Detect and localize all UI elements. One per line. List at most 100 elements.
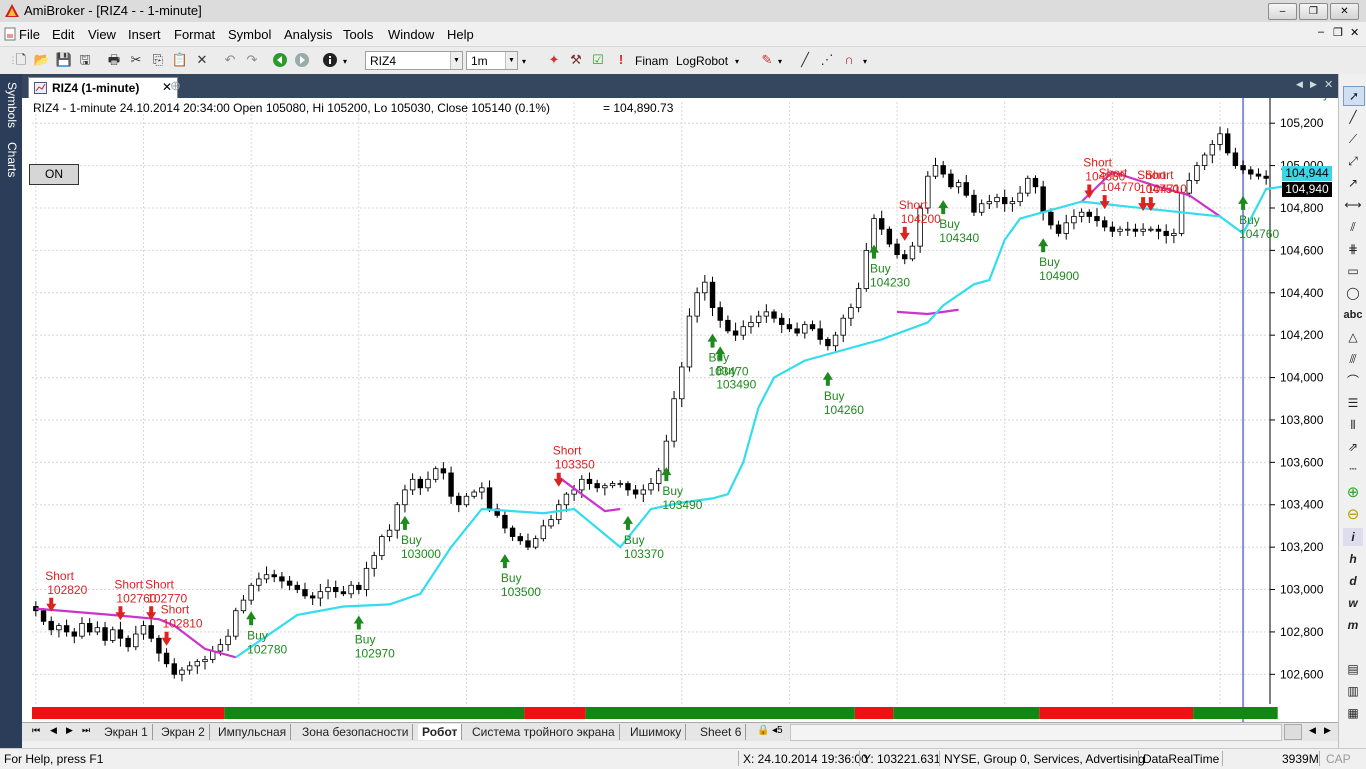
scroll-right-icon[interactable]: ▶ xyxy=(1324,725,1331,736)
toolbar-overflow-icon[interactable]: ▾ xyxy=(735,57,739,66)
rectangle-icon[interactable]: ▭ xyxy=(1343,262,1363,280)
minimize-button[interactable]: ‒ xyxy=(1268,3,1297,20)
redo-icon[interactable]: ↷ xyxy=(243,51,261,69)
save-icon[interactable]: 💾 xyxy=(55,51,73,69)
scroll-tabs-left-icon[interactable]: ◀ xyxy=(1296,79,1303,90)
menu-symbol[interactable]: Symbol xyxy=(228,27,271,42)
alert-icon[interactable]: ! xyxy=(612,51,630,69)
menu-help[interactable]: Help xyxy=(447,27,474,42)
new-file-icon[interactable]: 🗋 xyxy=(12,51,30,69)
dotted-line-icon[interactable]: ⋰ xyxy=(818,51,836,69)
on-toggle-button[interactable]: ON xyxy=(29,164,79,185)
tools-icon[interactable]: ⚒ xyxy=(567,51,585,69)
ellipse-icon[interactable]: ◯ xyxy=(1343,284,1363,302)
sheet-tab[interactable]: Система тройного экрана xyxy=(468,724,620,740)
arrow-tool-icon[interactable]: ⇗ xyxy=(1343,438,1363,456)
menu-view[interactable]: View xyxy=(88,27,116,42)
menu-window[interactable]: Window xyxy=(388,27,434,42)
horizontal-line-icon[interactable]: ⟷ xyxy=(1343,196,1363,214)
ray-icon[interactable]: ⟋ xyxy=(1343,130,1363,148)
toolbar-overflow-icon[interactable]: ▾ xyxy=(522,57,526,66)
menu-analysis[interactable]: Analysis xyxy=(284,27,332,42)
triangle-icon[interactable]: △ xyxy=(1343,328,1363,346)
sheet-tab[interactable]: Экран 1 xyxy=(100,724,153,740)
scroll-left-icon[interactable]: ◀ xyxy=(1309,725,1316,736)
menu-insert[interactable]: Insert xyxy=(128,27,161,42)
mdi-restore-button[interactable]: ❐ xyxy=(1333,26,1343,39)
parallel-lines-icon[interactable]: ⫽ xyxy=(1343,218,1363,236)
select-cursor-icon[interactable]: ➚ xyxy=(1343,86,1365,106)
interval-h-icon[interactable]: h xyxy=(1343,550,1363,568)
check-icon[interactable]: ☑ xyxy=(589,51,607,69)
magnet-icon[interactable]: ∩ xyxy=(840,51,858,69)
scroll-tabs-right-icon[interactable]: ▶ xyxy=(1310,79,1317,90)
arrow-line-icon[interactable]: ↗ xyxy=(1343,174,1363,192)
chevron-down-icon[interactable]: ▼ xyxy=(505,52,517,69)
info-dropdown-icon[interactable]: ▾ xyxy=(343,57,347,66)
forward-icon[interactable] xyxy=(294,52,310,68)
zoom-out-icon[interactable]: ⊖ xyxy=(1343,506,1363,524)
chevron-down-icon[interactable]: ▼ xyxy=(450,52,462,69)
cut-icon[interactable]: ✂ xyxy=(127,51,145,69)
delete-icon[interactable]: ✕ xyxy=(193,51,211,69)
sheet-tab[interactable]: Экран 2 xyxy=(157,724,210,740)
pen-color-icon[interactable]: ✎ xyxy=(758,51,776,69)
menu-file[interactable]: File xyxy=(19,27,40,42)
layout-3-icon[interactable]: ▦ xyxy=(1343,704,1363,722)
layout-1-icon[interactable]: ▤ xyxy=(1343,660,1363,678)
trendline-icon[interactable]: ╱ xyxy=(1343,108,1363,126)
scrollbar-thumb[interactable] xyxy=(1284,724,1302,740)
restore-button[interactable]: ❐ xyxy=(1299,3,1328,20)
sheet-tab-active[interactable]: Робот xyxy=(418,724,463,740)
close-document-icon[interactable]: ✕ xyxy=(1324,78,1333,91)
text-tool-icon[interactable]: abc xyxy=(1343,306,1363,324)
hline-dotted-icon[interactable]: ┄ xyxy=(1343,460,1363,478)
fibonacci-retracement-icon[interactable]: ☰ xyxy=(1343,394,1363,412)
interval-i-icon[interactable]: i xyxy=(1343,528,1363,546)
interval-combo[interactable]: 1m ▼ xyxy=(466,51,518,70)
horizontal-scrollbar[interactable] xyxy=(790,724,1282,741)
info-icon[interactable] xyxy=(322,52,338,68)
sheet-tab[interactable]: Импульсная xyxy=(214,724,292,740)
interval-w-icon[interactable]: w xyxy=(1343,594,1363,612)
cycle-lines-icon[interactable]: ⦀ xyxy=(1343,416,1363,434)
save-all-icon[interactable]: 🖫 xyxy=(76,51,94,69)
interval-m-icon[interactable]: m xyxy=(1343,616,1363,634)
interval-d-icon[interactable]: d xyxy=(1343,572,1363,590)
sheet-tab[interactable]: Зона безопасности xyxy=(298,724,414,740)
fibonacci-fan-icon[interactable]: ⫻ xyxy=(1343,350,1363,368)
charts-tab[interactable]: Charts xyxy=(3,142,19,177)
logrobot-button[interactable]: LogRobot xyxy=(676,54,728,68)
layout-2-icon[interactable]: ▥ xyxy=(1343,682,1363,700)
last-sheet-icon[interactable]: ⏭ xyxy=(82,725,90,736)
menu-format[interactable]: Format xyxy=(174,27,215,42)
quotes-icon[interactable]: ✦ xyxy=(545,51,563,69)
toolbar-overflow-icon[interactable]: ▾ xyxy=(863,57,867,66)
close-button[interactable]: ✕ xyxy=(1330,3,1359,20)
next-sheet-icon[interactable]: ▶ xyxy=(66,725,73,736)
sheet-tab[interactable]: Ишимоку xyxy=(626,724,687,740)
prev-sheet-icon[interactable]: ◀ xyxy=(50,725,57,736)
back-icon[interactable] xyxy=(272,52,288,68)
lock-icon[interactable]: 🔒 xyxy=(757,725,769,736)
pen-dropdown-icon[interactable]: ▾ xyxy=(778,57,782,66)
chart-document-tab[interactable]: RIZ4 (1-minute) ✕ xyxy=(28,77,178,99)
menu-tools[interactable]: Tools xyxy=(343,27,373,42)
symbol-combo[interactable]: RIZ4 ▼ xyxy=(365,51,463,70)
paste-icon[interactable]: 📋 xyxy=(171,51,189,69)
channel-icon[interactable]: ⋕ xyxy=(1343,240,1363,258)
arc-icon[interactable]: ⌒ xyxy=(1343,372,1363,390)
mdi-minimize-button[interactable]: – xyxy=(1318,26,1324,38)
line-tool-icon[interactable]: ╱ xyxy=(796,51,814,69)
new-tab-icon[interactable]: ⊕ xyxy=(170,78,181,94)
print-icon[interactable]: 🖶 xyxy=(105,51,123,69)
first-sheet-icon[interactable]: ⏮ xyxy=(32,725,40,736)
undo-icon[interactable]: ↶ xyxy=(221,51,239,69)
extended-line-icon[interactable]: ⤢ xyxy=(1343,152,1363,170)
open-folder-icon[interactable]: 📂 xyxy=(33,51,51,69)
zoom-in-icon[interactable]: ⊕ xyxy=(1343,484,1363,502)
symbols-tab[interactable]: Symbols xyxy=(3,82,19,128)
sheet-tab[interactable]: Sheet 6 xyxy=(696,724,747,740)
price-chart[interactable]: 102,600 102,800 103,000 103,200 103,400 103,6… xyxy=(22,98,1338,722)
mdi-close-button[interactable]: ✕ xyxy=(1350,26,1359,39)
